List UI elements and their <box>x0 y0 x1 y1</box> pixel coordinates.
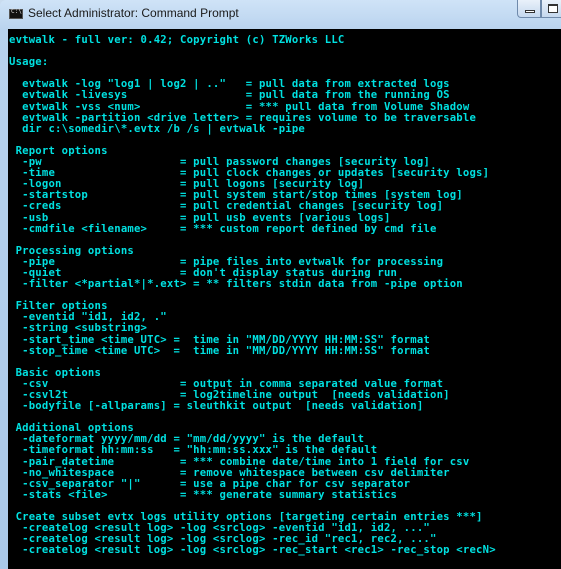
console-line: -filter <*partial*|*.ext> = ** filters s… <box>9 278 463 291</box>
maximize-icon <box>548 4 558 13</box>
console-line: -usb = pull usb events [various logs] <box>9 211 391 224</box>
maximize-button[interactable] <box>541 0 561 18</box>
console-text: evtwalk - full ver: 0.42; Copyright (c) … <box>8 29 561 556</box>
console-line: -createlog <result log> -log <srclog> -r… <box>9 544 496 557</box>
console-line: -creds = pull credential changes [securi… <box>9 200 444 213</box>
console-line: -stats <file> = *** generate summary sta… <box>9 488 398 501</box>
console-line: evtwalk -vss <num> = *** pull data from … <box>9 100 470 113</box>
console-line: -timeformat hh:mm:ss = "hh:mm:ss.xxx" is… <box>9 444 378 457</box>
console-line: evtwalk -livesys = pull data from the ru… <box>9 89 450 102</box>
minimize-icon <box>525 10 535 13</box>
console-line: Usage: <box>9 56 49 69</box>
window-title: Select Administrator: Command Prompt <box>28 6 239 20</box>
console-line: -bodyfile [-allparams] = sleuthkit outpu… <box>9 400 424 413</box>
console-line: -cmdfile <filename> = *** custom report … <box>9 222 437 235</box>
console-line: -string <substring> <box>9 322 148 335</box>
console-output[interactable]: evtwalk - full ver: 0.42; Copyright (c) … <box>8 29 561 569</box>
console-line: -stop_time <time UTC> = time in "MM/DD/Y… <box>9 344 430 357</box>
caption-buttons <box>517 0 561 19</box>
console-line: evtwalk - full ver: 0.42; Copyright (c) … <box>9 34 345 46</box>
console-line: dir c:\somedir\*.evtx /b /s | evtwalk -p… <box>9 122 306 135</box>
command-prompt-window: Select Administrator: Command Prompt evt… <box>0 0 561 569</box>
console-line: -start_time <time UTC> = time in "MM/DD/… <box>9 333 430 346</box>
title-bar[interactable]: Select Administrator: Command Prompt <box>0 0 561 28</box>
console-line: -pair_datetime = *** combine date/time i… <box>9 455 470 468</box>
minimize-button[interactable] <box>517 0 541 18</box>
cmd-icon[interactable] <box>9 8 23 19</box>
